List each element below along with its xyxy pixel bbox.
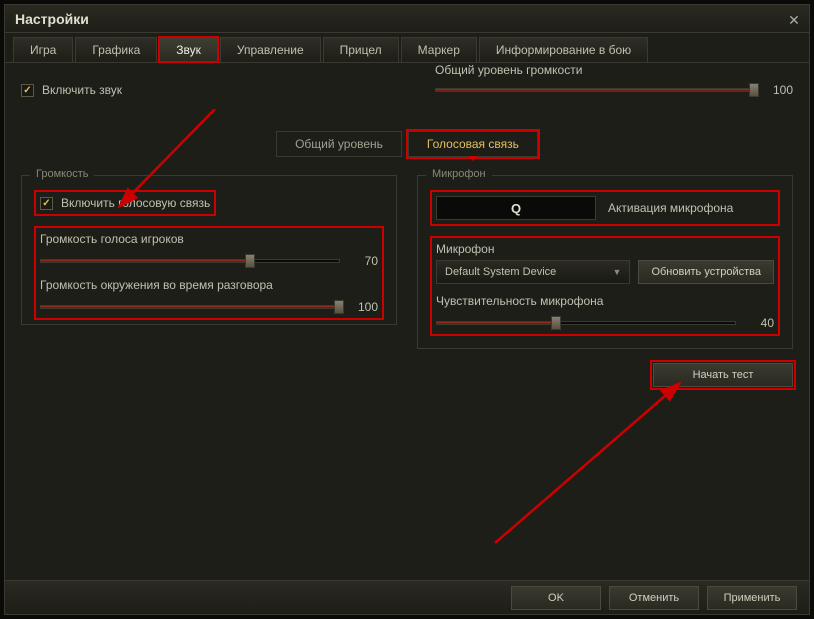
left-column: Громкость Включить голосовую связь Громк…: [21, 175, 397, 387]
sensitivity-slider[interactable]: 40: [436, 316, 774, 330]
enable-sound-label: Включить звук: [42, 83, 122, 97]
subtab-general[interactable]: Общий уровень: [276, 131, 402, 157]
tab-graphics[interactable]: Графика: [75, 37, 157, 62]
master-volume-slider[interactable]: 100: [435, 83, 793, 97]
slider-track[interactable]: [436, 321, 736, 325]
slider-fill: [436, 89, 754, 91]
sensitivity-block: Чувствительность микрофона 40: [436, 294, 774, 330]
slider-thumb[interactable]: [245, 254, 255, 268]
ok-button[interactable]: OK: [511, 586, 601, 610]
mic-keybind-input[interactable]: Q: [436, 196, 596, 220]
slider-track[interactable]: [40, 259, 340, 263]
ambient-label: Громкость окружения во время разговора: [40, 278, 378, 292]
tab-sound[interactable]: Звук: [159, 37, 218, 62]
refresh-devices-button[interactable]: Обновить устройства: [638, 260, 774, 284]
columns: Громкость Включить голосовую связь Громк…: [21, 175, 793, 387]
slider-fill: [41, 306, 339, 308]
ambient-slider[interactable]: 100: [40, 300, 378, 314]
sensitivity-value: 40: [746, 316, 774, 330]
annotation-arrow: [485, 373, 695, 553]
enable-sound-checkbox[interactable]: [21, 84, 34, 97]
sensitivity-label: Чувствительность микрофона: [436, 294, 774, 308]
tab-bar: Игра Графика Звук Управление Прицел Марк…: [5, 33, 809, 63]
apply-button[interactable]: Применить: [707, 586, 797, 610]
enable-voice-row: Включить голосовую связь: [40, 196, 210, 210]
ambient-block: Громкость окружения во время разговора 1…: [40, 278, 378, 314]
volume-sliders-highlight: Громкость голоса игроков 70 Громкость ок…: [34, 226, 384, 320]
tab-battle-info[interactable]: Информирование в бою: [479, 37, 648, 62]
mic-device-highlight: Микрофон Default System Device ▼ Обновит…: [430, 236, 780, 336]
slider-thumb[interactable]: [749, 83, 759, 97]
test-button-row: Начать тест: [417, 363, 793, 387]
mic-device-select[interactable]: Default System Device ▼: [436, 260, 630, 284]
cancel-button[interactable]: Отменить: [609, 586, 699, 610]
close-icon[interactable]: ✕: [785, 11, 803, 29]
content-area: Включить звук Общий уровень громкости 10…: [5, 63, 809, 573]
ambient-value: 100: [350, 300, 378, 314]
master-volume-block: Общий уровень громкости 100: [435, 63, 793, 97]
footer: OK Отменить Применить: [5, 580, 809, 614]
titlebar: Настройки ✕: [5, 5, 809, 33]
enable-voice-checkbox[interactable]: [40, 197, 53, 210]
player-voice-label: Громкость голоса игроков: [40, 232, 378, 246]
keybind-row: Q Активация микрофона: [436, 196, 774, 220]
master-volume-label: Общий уровень громкости: [435, 63, 793, 77]
slider-fill: [437, 322, 556, 324]
mic-fieldset-title: Микрофон: [426, 168, 492, 180]
slider-thumb[interactable]: [551, 316, 561, 330]
mic-device-label: Микрофон: [436, 242, 774, 256]
slider-track[interactable]: [40, 305, 340, 309]
tab-controls[interactable]: Управление: [220, 37, 321, 62]
tab-game[interactable]: Игра: [13, 37, 73, 62]
settings-window: Настройки ✕ Игра Графика Звук Управление…: [4, 4, 810, 615]
mic-keybind-label: Активация микрофона: [608, 201, 733, 215]
tab-marker[interactable]: Маркер: [401, 37, 477, 62]
slider-thumb[interactable]: [334, 300, 344, 314]
enable-voice-highlight: Включить голосовую связь: [34, 190, 216, 216]
enable-voice-label: Включить голосовую связь: [61, 196, 210, 210]
player-voice-slider[interactable]: 70: [40, 254, 378, 268]
start-test-button[interactable]: Начать тест: [653, 363, 793, 387]
mic-device-selected: Default System Device: [445, 266, 556, 278]
keybind-highlight: Q Активация микрофона: [430, 190, 780, 226]
slider-track[interactable]: [435, 88, 755, 92]
window-title: Настройки: [15, 11, 89, 27]
mic-device-row: Default System Device ▼ Обновить устройс…: [436, 260, 774, 284]
volume-fieldset: Громкость Включить голосовую связь Громк…: [21, 175, 397, 325]
tab-reticle[interactable]: Прицел: [323, 37, 399, 62]
subtab-voice[interactable]: Голосовая связь: [408, 131, 538, 157]
mic-fieldset: Микрофон Q Активация микрофона Микрофон …: [417, 175, 793, 349]
subtab-bar: Общий уровень Голосовая связь: [21, 131, 793, 157]
volume-fieldset-title: Громкость: [30, 168, 94, 180]
player-voice-value: 70: [350, 254, 378, 268]
chevron-down-icon: ▼: [613, 267, 622, 277]
right-column: Микрофон Q Активация микрофона Микрофон …: [417, 175, 793, 387]
player-voice-block: Громкость голоса игроков 70: [40, 232, 378, 268]
slider-fill: [41, 260, 250, 262]
master-volume-value: 100: [765, 83, 793, 97]
